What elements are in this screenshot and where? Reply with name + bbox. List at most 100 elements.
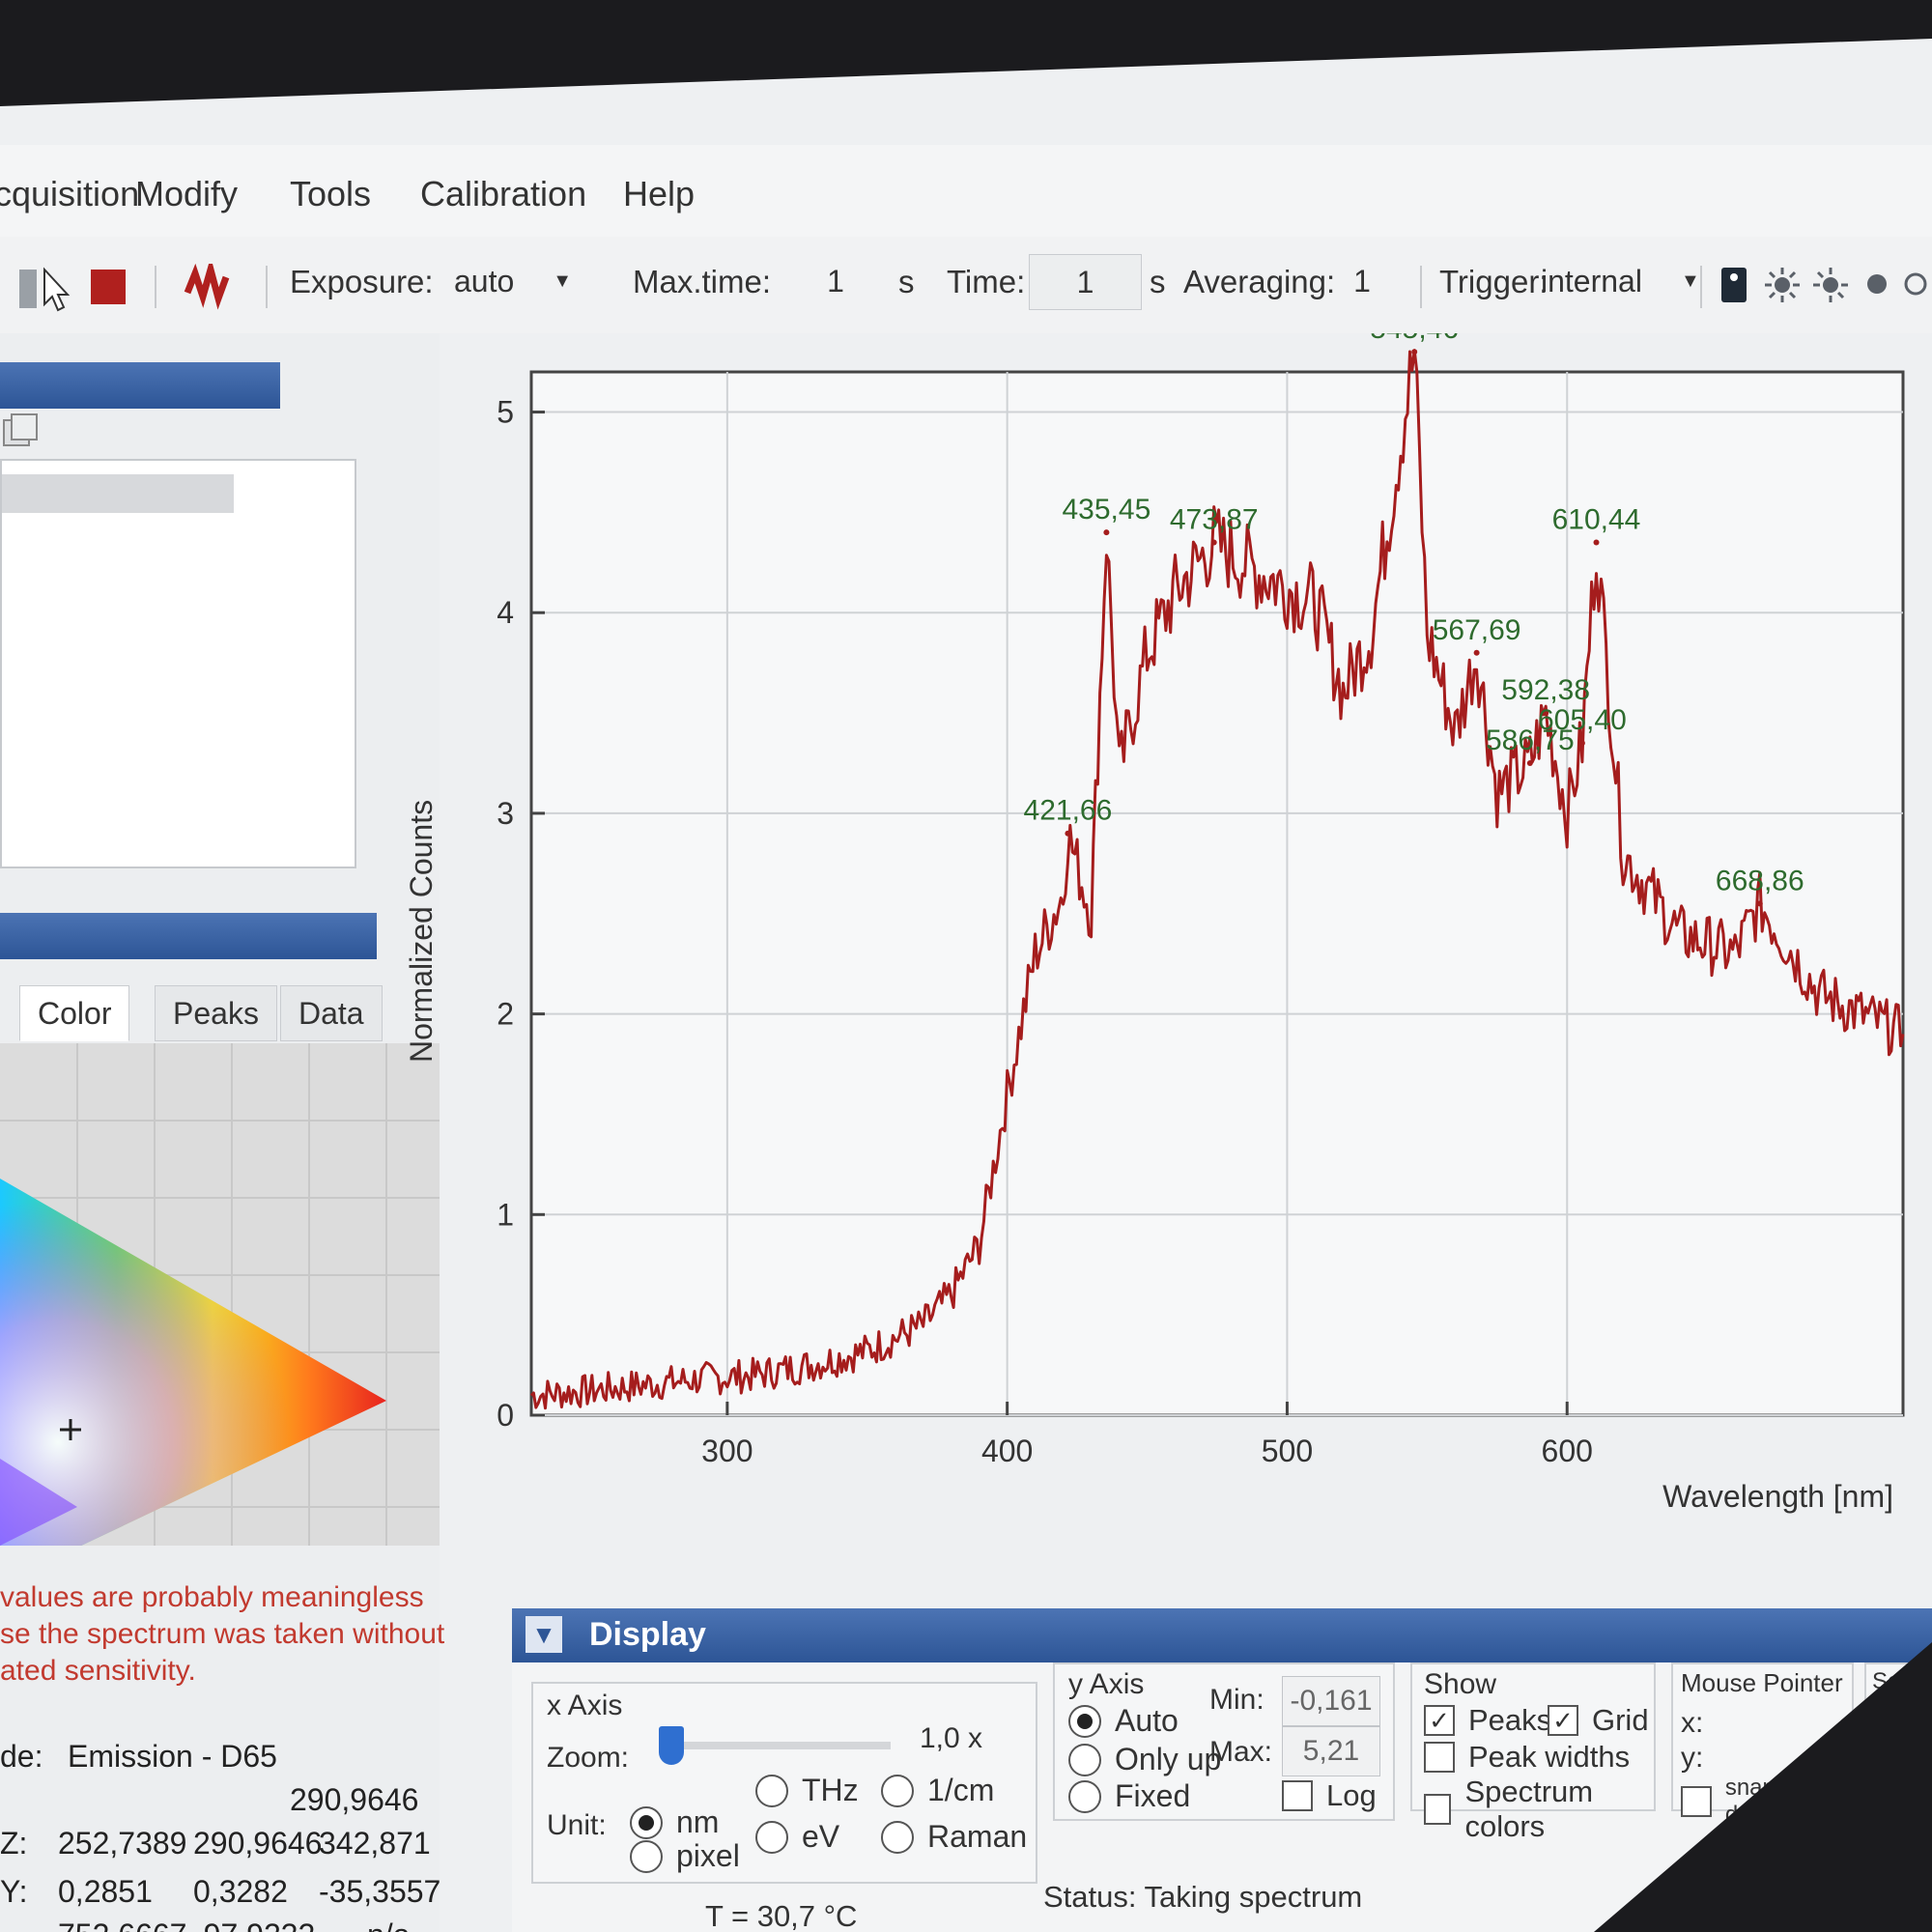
show-grid-label: Grid (1592, 1703, 1649, 1737)
cct-r0c1: 752,6667 (58, 1918, 186, 1932)
maxtime-unit: s (898, 264, 915, 299)
peak-label: 668,86 (1716, 865, 1804, 896)
unit-ev-radio[interactable]: eV (755, 1819, 839, 1855)
exposure-select[interactable]: auto ▼ (454, 254, 609, 308)
display-header[interactable]: ▼ Display (512, 1608, 1932, 1662)
collapse-icon[interactable]: ▼ (526, 1616, 562, 1653)
unit-thz-radio[interactable]: THz (755, 1773, 859, 1808)
spectrum-list[interactable] (0, 459, 356, 868)
unit-cm-radio[interactable]: 1/cm (881, 1773, 994, 1808)
stop-icon[interactable] (89, 268, 128, 311)
show-grid-checkbox[interactable]: ✓ Grid (1548, 1703, 1649, 1738)
checkbox-indicator (1681, 1786, 1712, 1817)
radio-indicator (755, 1820, 788, 1854)
y-tick-label: 0 (497, 1398, 514, 1433)
averaging-input[interactable]: 1 (1323, 254, 1401, 308)
peak-marker (1065, 830, 1071, 837)
radio-indicator (1068, 1704, 1101, 1738)
xyz-r0c1: 252,7389 (58, 1826, 187, 1861)
mouse-y-label: y: (1681, 1742, 1704, 1774)
copy-icon[interactable] (0, 411, 39, 454)
panel-header (0, 362, 280, 409)
cct-r0c2: -97,9232 (193, 1918, 315, 1932)
y-tick-label: 2 (497, 997, 514, 1032)
app-window: Acquisition Modify Tools Calibration Hel… (0, 0, 1932, 1932)
checkbox-indicator (1282, 1780, 1313, 1811)
trigger-label: Trigger: (1439, 264, 1548, 299)
menu-tools[interactable]: Tools (290, 174, 371, 214)
peak-marker (1756, 900, 1763, 907)
trigger-select[interactable]: internal ▼ (1541, 254, 1700, 308)
averaging-label: Averaging: (1183, 264, 1336, 299)
max-input[interactable]: 5,21 (1282, 1726, 1380, 1776)
yaxis-auto-radio[interactable]: Auto (1068, 1703, 1179, 1739)
na-value: n/a (367, 1918, 410, 1932)
menu-acquisition[interactable]: Acquisition (0, 174, 139, 214)
menu-help[interactable]: Help (623, 174, 695, 214)
toolbar-separator (266, 266, 268, 308)
spectrum-chart: 300 400 500 600 0 1 2 3 4 5 Wavelength [nm] 421,66 4… (497, 313, 1905, 1514)
circle-icon[interactable] (1903, 271, 1928, 301)
display-panel: x Axis Zoom: 1,0 x Unit: nm THz 1/cm pix… (512, 1662, 1932, 1932)
peak-marker (1103, 529, 1110, 536)
unit-thz-label: THz (802, 1773, 859, 1807)
trigger-value: internal (1541, 263, 1642, 298)
yaxis-onlyup-radio[interactable]: Only up (1068, 1742, 1221, 1777)
xy-r0c1: 0,2851 (58, 1874, 153, 1909)
check-icon: ✓ (1548, 1705, 1578, 1736)
show-group: Show ✓ Peaks ✓ Grid Peak widths Spectrum c… (1410, 1662, 1656, 1843)
show-spectrumcolors-checkbox[interactable]: Spectrum colors (1424, 1775, 1654, 1844)
show-peakwidths-label: Peak widths (1468, 1740, 1631, 1774)
maxtime-input[interactable]: 1 (787, 254, 884, 308)
show-title: Show (1424, 1668, 1497, 1700)
unit-pixel-radio[interactable]: pixel (630, 1838, 740, 1874)
zoom-track (659, 1742, 891, 1749)
device-icon[interactable] (1719, 266, 1748, 309)
dark-spectrum-icon[interactable] (184, 256, 234, 315)
mode-label: de: (0, 1739, 43, 1774)
y-axis-title: y Axis (1068, 1668, 1145, 1700)
spectrum-plot[interactable]: 300 400 500 600 0 1 2 3 4 5 Wavelength [nm] 421,66 4… (440, 313, 1932, 1560)
show-spectrumcolors-label: Spectrum colors (1464, 1775, 1594, 1843)
light-on-icon[interactable] (1763, 266, 1802, 309)
peak-label: 421,66 (1024, 795, 1113, 827)
tab-color[interactable]: Color (19, 985, 130, 1041)
peak-label: 545,46 (1370, 333, 1459, 345)
chevron-down-icon: ▼ (1680, 270, 1700, 292)
menu-calibration[interactable]: Calibration (420, 174, 586, 214)
peak-marker (1578, 740, 1585, 747)
yaxis-auto-label: Auto (1115, 1703, 1179, 1738)
show-peakwidths-checkbox[interactable]: Peak widths (1424, 1740, 1630, 1775)
x-axis-title: x Axis (547, 1690, 623, 1721)
tab-data[interactable]: Data (280, 985, 383, 1041)
yaxis-fixed-radio[interactable]: Fixed (1068, 1778, 1190, 1814)
unit-label: Unit: (547, 1809, 607, 1841)
show-peaks-checkbox[interactable]: ✓ Peaks (1424, 1703, 1551, 1738)
mouse-x-label: x: (1681, 1707, 1704, 1739)
status-text: Status: Taking spectrum (1043, 1880, 1363, 1914)
unit-raman-radio[interactable]: Raman (881, 1819, 1027, 1855)
pointer-icon[interactable] (19, 266, 73, 319)
peak-label: 435,45 (1063, 494, 1151, 526)
menu-modify[interactable]: Modify (135, 174, 238, 214)
min-input[interactable]: -0,161 (1282, 1676, 1380, 1726)
radio-indicator (881, 1774, 914, 1807)
xyz-r0c3: 342,871 (319, 1826, 431, 1861)
unit-pixel-label: pixel (676, 1838, 740, 1873)
zoom-slider-handle[interactable] (659, 1726, 684, 1765)
mode-value: Emission - D65 (68, 1739, 277, 1774)
log-checkbox[interactable]: Log (1282, 1778, 1377, 1813)
tab-peaks[interactable]: Peaks (155, 985, 277, 1041)
exposure-value: auto (454, 263, 515, 298)
unit-nm-radio[interactable]: nm (630, 1804, 719, 1840)
snap-checkbox[interactable]: snap to data (1681, 1775, 1852, 1829)
check-icon: ✓ (1424, 1705, 1455, 1736)
light-off-icon[interactable] (1811, 266, 1850, 309)
xyz-label: Z: (0, 1826, 28, 1861)
peak-marker (1526, 760, 1533, 766)
list-item-selected[interactable] (2, 474, 234, 513)
panel-header (0, 913, 377, 959)
log-label: Log (1326, 1778, 1377, 1812)
time-label: Time: (947, 264, 1026, 299)
time-input[interactable]: 1 (1029, 254, 1142, 310)
